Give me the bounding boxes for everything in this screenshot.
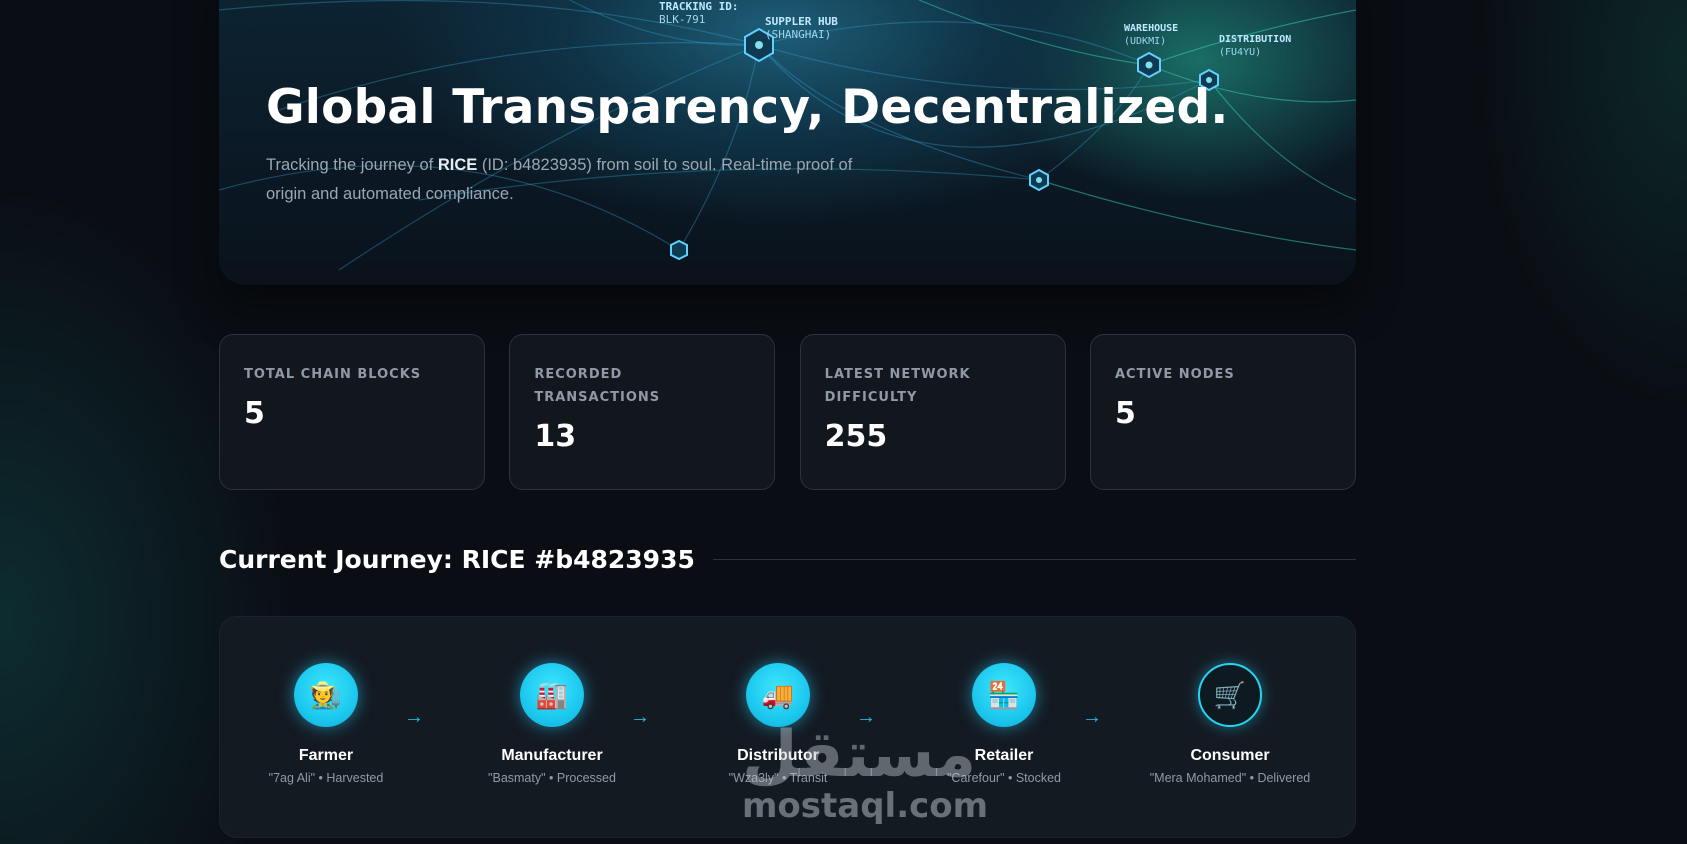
- stat-label: Latest Network Difficulty: [824, 367, 971, 405]
- store-icon: 🏪: [972, 663, 1036, 727]
- map-tag-supplier-hub: SUPPLER HUB (SHANGHAI): [765, 15, 838, 41]
- product-name: RICE: [437, 156, 478, 174]
- journey-section-header: Current Journey: RICE #b4823935: [219, 545, 1356, 574]
- arrow-right-icon: →: [1082, 706, 1102, 728]
- step-meta: "7ag Ali" • Harvested: [268, 771, 384, 785]
- map-tag-warehouse: WAREHOUSE (UDKMI): [1124, 23, 1179, 47]
- step-name: Consumer: [1190, 747, 1270, 764]
- arrow-right-icon: →: [630, 706, 650, 728]
- journey-step-farmer[interactable]: 🧑‍🌾 Farmer "7ag Ali" • Harvested: [226, 663, 426, 785]
- stat-value: 5: [244, 396, 265, 431]
- step-name: Manufacturer: [501, 747, 603, 764]
- stat-value: 5: [1114, 396, 1136, 431]
- step-name: Farmer: [298, 747, 354, 764]
- network-map-graphic: [219, 0, 1356, 271]
- cart-icon: 🛒: [1198, 663, 1262, 727]
- map-tag-distribution: DISTRIBUTION (FU4YU): [1219, 34, 1292, 58]
- stat-label: Active Nodes: [1114, 367, 1235, 382]
- arrow-right-icon: →: [404, 706, 424, 728]
- stat-card-difficulty: Latest Network Difficulty 255: [799, 334, 1066, 490]
- divider: [712, 559, 1356, 560]
- watermark-logo-arabic: مستقل: [742, 718, 977, 792]
- factory-icon: 🏭: [520, 663, 584, 727]
- stat-label: Recorded Transactions: [534, 367, 661, 405]
- stat-card-active-nodes: Active Nodes 5: [1089, 334, 1356, 490]
- map-tag-tracking: TRACKING ID: BLK-791: [659, 0, 739, 26]
- stat-card-total-blocks: Total Chain Blocks 5: [219, 334, 485, 490]
- journey-step-consumer[interactable]: 🛒 Consumer "Mera Mohamed" • Delivered: [1130, 663, 1330, 785]
- stat-value: 255: [824, 419, 888, 454]
- hero-description: Tracking the journey of RICE (ID: b48239…: [266, 156, 853, 203]
- journey-title: Current Journey: RICE #b4823935: [219, 545, 695, 574]
- stat-label: Total Chain Blocks: [244, 367, 422, 382]
- step-meta: "Mera Mohamed" • Delivered: [1149, 771, 1311, 785]
- step-meta: "Basmaty" • Processed: [488, 771, 616, 785]
- farmer-icon: 🧑‍🌾: [294, 663, 358, 727]
- stats-row: Total Chain Blocks 5 Recorded Transactio…: [219, 334, 1356, 490]
- hero-title: Global Transparency, Decentralized.: [266, 80, 1229, 135]
- stat-value: 13: [534, 419, 577, 454]
- journey-step-manufacturer[interactable]: 🏭 Manufacturer "Basmaty" • Processed: [452, 663, 652, 785]
- hero-banner: TRACKING ID: BLK-791 SUPPLER HUB (SHANGH…: [219, 0, 1356, 285]
- watermark-logo-text: mostaql.com: [742, 786, 989, 826]
- stat-card-transactions: Recorded Transactions 13: [509, 334, 776, 490]
